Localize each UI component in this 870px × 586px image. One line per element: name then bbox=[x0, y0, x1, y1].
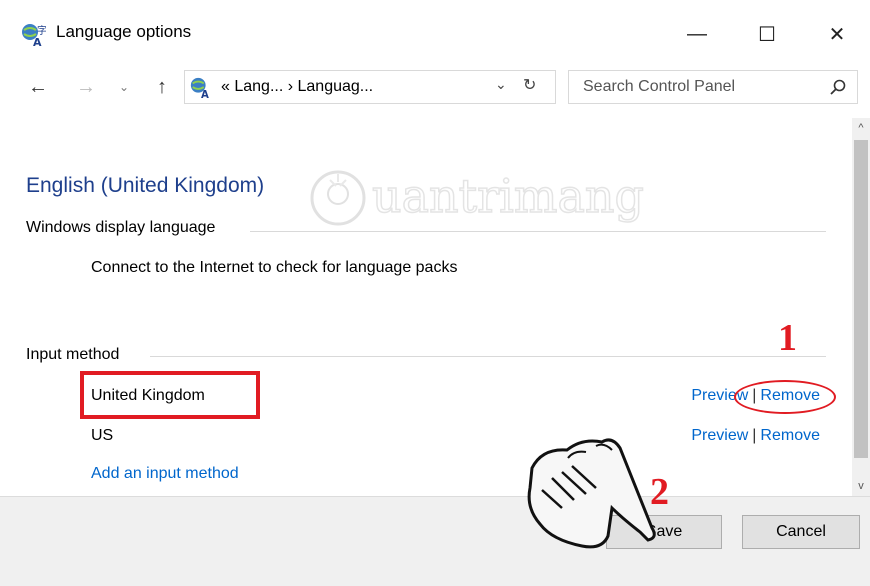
preview-link[interactable]: Preview bbox=[691, 427, 748, 444]
navigation-bar: ← → ⌄ ↑ A « Lang... › Languag... ⌄ ↻ Sea… bbox=[0, 66, 870, 110]
svg-text:A: A bbox=[33, 36, 42, 48]
input-method-label: Input method bbox=[26, 346, 130, 364]
link-separator: | bbox=[752, 427, 757, 444]
language-title: English (United Kingdom) bbox=[26, 174, 265, 197]
address-dropdown-icon[interactable]: ⌄ bbox=[495, 76, 507, 93]
title-bar: A 字 Language options — ☐ ✕ bbox=[0, 0, 870, 66]
svg-text:A: A bbox=[201, 90, 209, 100]
input-method-actions: Preview | Remove bbox=[691, 427, 820, 445]
dialog-footer: Save Cancel bbox=[0, 496, 870, 586]
search-input[interactable]: Search Control Panel bbox=[583, 78, 735, 96]
watermark-logo: uantrimang bbox=[310, 168, 645, 226]
maximize-button[interactable]: ☐ bbox=[744, 12, 790, 56]
refresh-button[interactable]: ↻ bbox=[523, 75, 536, 95]
highlight-box bbox=[80, 371, 260, 419]
divider bbox=[150, 356, 826, 357]
remove-highlight-oval bbox=[734, 380, 836, 414]
language-globe-icon: A 字 bbox=[22, 24, 46, 48]
recent-locations-button[interactable]: ⌄ bbox=[112, 72, 136, 102]
language-options-panel: uantrimang English (United Kingdom) Wind… bbox=[0, 118, 852, 496]
back-button[interactable]: ← bbox=[22, 72, 54, 102]
scroll-down-icon[interactable]: v bbox=[852, 476, 870, 496]
language-globe-icon: A bbox=[190, 77, 209, 100]
breadcrumb[interactable]: « Lang... › Languag... bbox=[221, 78, 373, 96]
step-1-marker: 1 bbox=[778, 317, 797, 359]
display-language-label: Windows display language bbox=[26, 219, 226, 237]
up-button[interactable]: ↑ bbox=[148, 72, 176, 102]
language-pack-status: Connect to the Internet to check for lan… bbox=[91, 259, 458, 276]
input-method-name: US bbox=[91, 427, 114, 444]
vertical-scrollbar[interactable]: ^ v bbox=[852, 118, 870, 496]
divider bbox=[250, 231, 826, 232]
search-box[interactable]: Search Control Panel bbox=[568, 70, 858, 104]
forward-button[interactable]: → bbox=[70, 72, 102, 102]
window-title: Language options bbox=[56, 22, 192, 41]
address-bar[interactable]: A « Lang... › Languag... ⌄ ↻ bbox=[184, 70, 556, 104]
svg-text:字: 字 bbox=[37, 24, 46, 37]
pointing-hand-icon bbox=[527, 438, 656, 549]
remove-link[interactable]: Remove bbox=[760, 427, 820, 444]
cancel-button[interactable]: Cancel bbox=[742, 515, 860, 549]
add-input-method-link[interactable]: Add an input method bbox=[91, 465, 239, 483]
search-icon[interactable] bbox=[829, 78, 847, 96]
minimize-button[interactable]: — bbox=[674, 12, 720, 56]
scrollbar-thumb[interactable] bbox=[854, 140, 868, 458]
svg-text:uantrimang: uantrimang bbox=[372, 169, 644, 223]
close-button[interactable]: ✕ bbox=[814, 12, 860, 56]
scroll-up-icon[interactable]: ^ bbox=[852, 118, 870, 138]
